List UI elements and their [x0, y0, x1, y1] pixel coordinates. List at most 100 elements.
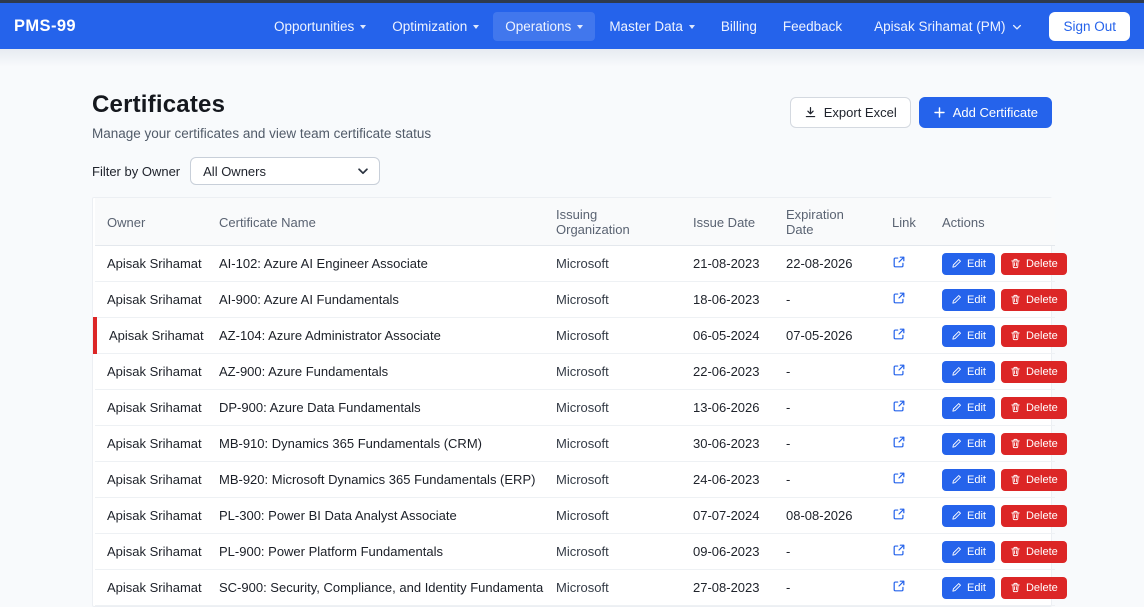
sign-out-button[interactable]: Sign Out [1049, 12, 1130, 41]
table-row: Apisak Srihamat MB-920: Microsoft Dynami… [95, 462, 1055, 498]
table-row: Apisak Srihamat DP-900: Azure Data Funda… [95, 390, 1055, 426]
certificate-name-cell: AI-102: Azure AI Engineer Associate [207, 246, 544, 282]
caret-down-icon [360, 25, 366, 29]
delete-button[interactable]: Delete [1001, 577, 1067, 599]
delete-button[interactable]: Delete [1001, 541, 1067, 563]
certificate-name-cell: SC-900: Security, Compliance, and Identi… [207, 570, 544, 606]
trash-icon [1010, 258, 1021, 269]
owner-filter-value: All Owners [203, 164, 266, 179]
export-excel-button[interactable]: Export Excel [790, 97, 911, 128]
col-header-issuing-organization: Issuing Organization [544, 198, 681, 246]
navbar-items: Opportunities Optimization Operations Ma… [262, 12, 854, 41]
external-link-icon[interactable] [892, 327, 906, 341]
issuing-org-cell: Microsoft [544, 246, 681, 282]
col-header-owner: Owner [95, 198, 207, 246]
issue-date-cell: 06-05-2024 [681, 318, 774, 354]
expiration-date-cell: - [774, 390, 880, 426]
expiration-date-cell: - [774, 426, 880, 462]
expiration-date-cell: 08-08-2026 [774, 498, 880, 534]
edit-button[interactable]: Edit [942, 577, 995, 599]
issuing-org-cell: Microsoft [544, 318, 681, 354]
table-row: Apisak Srihamat MB-910: Dynamics 365 Fun… [95, 426, 1055, 462]
delete-button[interactable]: Delete [1001, 289, 1067, 311]
table-row: Apisak Srihamat AZ-104: Azure Administra… [95, 318, 1055, 354]
expiration-date-cell: - [774, 534, 880, 570]
certificate-name-cell: DP-900: Azure Data Fundamentals [207, 390, 544, 426]
external-link-icon[interactable] [892, 399, 906, 413]
delete-button[interactable]: Delete [1001, 397, 1067, 419]
edit-button[interactable]: Edit [942, 361, 995, 383]
delete-button[interactable]: Delete [1001, 253, 1067, 275]
trash-icon [1010, 510, 1021, 521]
certificate-name-cell: AZ-104: Azure Administrator Associate [207, 318, 544, 354]
external-link-icon[interactable] [892, 435, 906, 449]
trash-icon [1010, 546, 1021, 557]
pencil-icon [951, 510, 962, 521]
filter-row: Filter by Owner All Owners [92, 157, 1052, 185]
edit-button[interactable]: Edit [942, 505, 995, 527]
delete-button[interactable]: Delete [1001, 433, 1067, 455]
pencil-icon [951, 402, 962, 413]
table-row: Apisak Srihamat PL-900: Power Platform F… [95, 534, 1055, 570]
nav-item-billing[interactable]: Billing [709, 12, 769, 41]
nav-item-master-data[interactable]: Master Data [597, 12, 707, 41]
delete-button[interactable]: Delete [1001, 325, 1067, 347]
edit-button[interactable]: Edit [942, 325, 995, 347]
certificate-name-cell: AZ-900: Azure Fundamentals [207, 354, 544, 390]
page-title: Certificates [92, 91, 431, 119]
nav-item-opportunities[interactable]: Opportunities [262, 12, 378, 41]
download-icon [804, 106, 817, 119]
trash-icon [1010, 474, 1021, 485]
edit-button[interactable]: Edit [942, 541, 995, 563]
external-link-icon[interactable] [892, 579, 906, 593]
plus-icon [933, 106, 946, 119]
page-title-block: Certificates Manage your certificates an… [92, 91, 431, 141]
caret-down-icon [689, 25, 695, 29]
certificates-table-card: Owner Certificate Name Issuing Organizat… [92, 197, 1052, 607]
edit-button[interactable]: Edit [942, 289, 995, 311]
navbar-shadow [0, 49, 1144, 67]
expiration-date-cell: 07-05-2026 [774, 318, 880, 354]
certificate-name-cell: MB-920: Microsoft Dynamics 365 Fundament… [207, 462, 544, 498]
main-content: Certificates Manage your certificates an… [92, 91, 1052, 607]
table-header-row: Owner Certificate Name Issuing Organizat… [95, 198, 1055, 246]
owner-cell: Apisak Srihamat [95, 318, 207, 354]
delete-button[interactable]: Delete [1001, 361, 1067, 383]
navbar-menu: Opportunities Optimization Operations Ma… [262, 12, 1130, 41]
issuing-org-cell: Microsoft [544, 390, 681, 426]
edit-button[interactable]: Edit [942, 469, 995, 491]
issuing-org-cell: Microsoft [544, 354, 681, 390]
add-certificate-button[interactable]: Add Certificate [919, 97, 1052, 128]
edit-button[interactable]: Edit [942, 253, 995, 275]
delete-button[interactable]: Delete [1001, 469, 1067, 491]
caret-down-icon [473, 25, 479, 29]
external-link-icon[interactable] [892, 471, 906, 485]
external-link-icon[interactable] [892, 291, 906, 305]
edit-button[interactable]: Edit [942, 397, 995, 419]
nav-item-feedback[interactable]: Feedback [771, 12, 854, 41]
table-row: Apisak Srihamat PL-300: Power BI Data An… [95, 498, 1055, 534]
owner-filter-select[interactable]: All Owners [190, 157, 380, 185]
table-row: Apisak Srihamat AI-900: Azure AI Fundame… [95, 282, 1055, 318]
edit-button[interactable]: Edit [942, 433, 995, 455]
owner-cell: Apisak Srihamat [95, 426, 207, 462]
delete-button[interactable]: Delete [1001, 505, 1067, 527]
external-link-icon[interactable] [892, 543, 906, 557]
chevron-down-icon [1011, 21, 1023, 33]
expiration-date-cell: - [774, 354, 880, 390]
pencil-icon [951, 438, 962, 449]
external-link-icon[interactable] [892, 507, 906, 521]
trash-icon [1010, 438, 1021, 449]
nav-item-operations[interactable]: Operations [493, 12, 595, 41]
owner-cell: Apisak Srihamat [95, 282, 207, 318]
external-link-icon[interactable] [892, 255, 906, 269]
caret-down-icon [577, 25, 583, 29]
external-link-icon[interactable] [892, 363, 906, 377]
issue-date-cell: 07-07-2024 [681, 498, 774, 534]
trash-icon [1010, 582, 1021, 593]
nav-item-optimization[interactable]: Optimization [380, 12, 491, 41]
trash-icon [1010, 402, 1021, 413]
expiration-date-cell: 22-08-2026 [774, 246, 880, 282]
user-menu[interactable]: Apisak Srihamat (PM) [862, 12, 1035, 41]
brand-logo[interactable]: PMS-99 [14, 17, 76, 36]
